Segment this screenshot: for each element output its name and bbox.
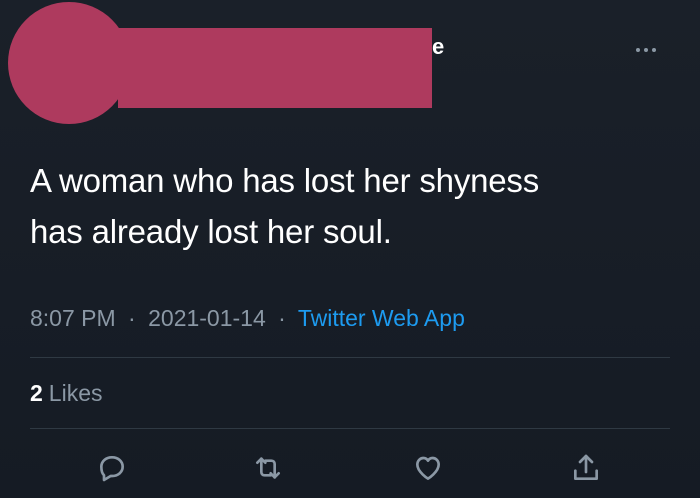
tweet-text: A woman who has lost her shyness has alr… [30,155,670,257]
dot-icon [644,48,648,52]
heart-icon [416,456,440,480]
divider [30,357,670,358]
share-icon [574,454,598,480]
tweet-text-line: A woman who has lost her shyness [30,162,540,199]
tweet-card: e A woman who has lost her shyness has a… [0,0,700,498]
share-button[interactable] [566,448,606,488]
retweet-icon [255,457,280,479]
meta-separator: · [278,305,286,331]
action-bar [0,448,700,488]
avatar[interactable] [8,2,130,124]
tweet-meta: 8:07 PM · 2021-01-14 · Twitter Web App [30,305,465,332]
likes-summary[interactable]: 2 Likes [30,380,103,407]
author-name-fragment: e [432,34,445,59]
tweet-text-line: has already lost her soul. [30,213,392,250]
tweet-time[interactable]: 8:07 PM [30,305,116,331]
redacted-author-name [118,28,432,108]
more-options-icon[interactable] [636,45,662,55]
retweet-button[interactable] [248,448,288,488]
like-button[interactable] [408,448,448,488]
tweet-date[interactable]: 2021-01-14 [148,305,266,331]
dot-icon [636,48,640,52]
reply-icon [100,456,124,482]
likes-label: Likes [48,380,103,406]
divider [30,428,670,429]
meta-separator: · [128,305,136,331]
likes-count: 2 [30,380,43,406]
dot-icon [652,48,656,52]
tweet-source-link[interactable]: Twitter Web App [298,305,465,331]
reply-button[interactable] [92,448,132,488]
